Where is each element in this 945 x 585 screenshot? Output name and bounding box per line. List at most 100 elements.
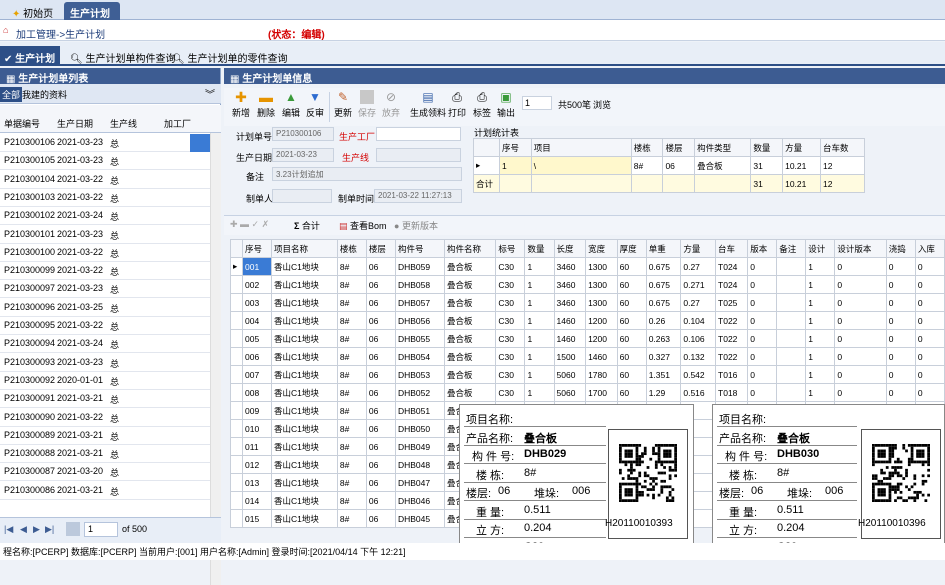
grid-row[interactable]: ▸ 001 香山C1地块 8# 06 DHB059 叠合板 C30 1 3460 1300 60 0.6… — [230, 257, 945, 276]
grid-col-header[interactable]: 数量 — [524, 239, 555, 258]
add-button[interactable]: ✚ 新增 — [232, 90, 250, 119]
filter-mine[interactable]: 我建的资料 — [22, 88, 67, 101]
last-page-icon[interactable]: ▶| — [45, 524, 54, 535]
col-line[interactable]: 生产线 — [110, 117, 137, 130]
first-page-icon[interactable]: |◀ — [4, 524, 13, 535]
line-select[interactable] — [376, 148, 461, 162]
view-bom-button[interactable]: ▤ 查看Bom — [339, 219, 387, 232]
col-date[interactable]: 生产日期 — [57, 117, 93, 130]
collapse-icon[interactable]: ︾ — [205, 86, 215, 101]
grid-col-header[interactable]: 设计版本 — [834, 239, 887, 258]
grid-col-header[interactable]: 楼层 — [365, 239, 396, 258]
unapprove-button[interactable]: ▼ 反审 — [306, 90, 324, 119]
grid-col-header[interactable]: 台车 — [715, 239, 749, 258]
grid-row[interactable]: 002 香山C1地块 8# 06 DHB058 叠合板 C30 1 3460 1300 60 0.67… — [230, 275, 945, 294]
discard-button[interactable]: ⊘ 放弃 — [382, 90, 400, 119]
table-row[interactable]: P210300101 2021-03-23 总 — [0, 226, 221, 244]
prev-page-icon[interactable]: ◀ — [20, 524, 27, 535]
grid-col-header[interactable]: 构件名称 — [443, 239, 497, 258]
grid-cell: 0.542 — [680, 365, 717, 384]
tab-part-query[interactable]: 🔍︎ 生产计划单构件查询 — [66, 46, 179, 66]
note-field[interactable]: 3.23计划追加 — [272, 167, 462, 181]
grid-col-header[interactable]: 厚度 — [616, 239, 647, 258]
grid-row[interactable]: 008 香山C1地块 8# 06 DHB052 叠合板 C30 1 5060 1700 60 1.29… — [230, 383, 945, 402]
tab-production-plan[interactable]: 生产计划x — [64, 2, 120, 31]
table-row[interactable]: P210300099 2021-03-22 总 — [0, 262, 221, 281]
table-row[interactable]: P210300095 2021-03-22 总 — [0, 317, 221, 335]
grid-col-header[interactable]: 浇捣 — [885, 239, 916, 258]
grid-col-header[interactable]: 长度 — [553, 239, 587, 258]
grid-col-header[interactable]: 宽度 — [585, 239, 618, 258]
filter-all[interactable]: 全部 — [0, 87, 23, 102]
table-row[interactable]: P210300104 2021-03-22 总 — [0, 171, 221, 189]
sum-button[interactable]: Σ 合计 — [294, 219, 320, 232]
row-pointer: ▸ — [230, 257, 243, 276]
creator-field[interactable] — [272, 189, 332, 203]
table-row[interactable]: P210300097 2021-03-23 总 — [0, 280, 221, 299]
record-input[interactable]: 1 — [522, 96, 552, 110]
col-factory[interactable]: 加工厂 — [164, 117, 191, 130]
stats-col[interactable]: 数量 — [750, 138, 784, 157]
save-button[interactable]: 保存 — [358, 90, 376, 119]
print-button[interactable]: ⎙ 打印 — [448, 90, 466, 119]
stats-col[interactable]: 构件类型 — [694, 138, 752, 157]
grid-row[interactable]: 007 香山C1地块 8# 06 DHB053 叠合板 C30 1 5060 1780 60 1.35… — [230, 365, 945, 384]
next-page-icon[interactable]: ▶ — [33, 524, 40, 535]
grid-col-header[interactable]: 入库 — [914, 239, 945, 258]
grid-col-header[interactable]: 方量 — [680, 239, 717, 258]
update-version-button[interactable]: ● 更新版本 — [394, 219, 438, 232]
grid-row[interactable]: 003 香山C1地块 8# 06 DHB057 叠合板 C30 1 3460 1300 60 0.67… — [230, 293, 945, 312]
grid-col-header[interactable]: 序号 — [241, 239, 273, 258]
stats-col[interactable]: 台车数 — [819, 138, 866, 157]
plan-no-field[interactable]: P210300106 — [272, 127, 334, 141]
table-row[interactable]: P210300086 2021-03-21 总 — [0, 482, 221, 500]
grid-row[interactable]: 005 香山C1地块 8# 06 DHB055 叠合板 C30 1 1460 1200 60 0.26… — [230, 329, 945, 348]
stats-col[interactable]: 方量 — [782, 138, 821, 157]
table-row[interactable]: P210300094 2021-03-24 总 — [0, 335, 221, 354]
tab-plan-list[interactable]: ✔ 生产计划单 — [0, 46, 60, 80]
time-field[interactable]: 2021-03-22 11:27:13 — [374, 189, 462, 203]
table-row[interactable]: P210300087 2021-03-20 总 — [0, 463, 221, 482]
export-button[interactable]: ▣ 输出 — [497, 90, 515, 119]
table-row[interactable]: P210300106 2021-03-23 总 — [0, 134, 221, 152]
table-row[interactable]: P210300089 2021-03-21 总 — [0, 427, 221, 445]
generate-pick-button[interactable]: ▤ 生成领料 — [410, 90, 446, 119]
stats-row[interactable]: ▸ 1 \ 8# 06 叠合板 31 10.21 12 — [473, 156, 866, 175]
delete-button[interactable]: ▬ 删除 — [257, 90, 275, 119]
grid-row[interactable]: 004 香山C1地块 8# 06 DHB056 叠合板 C30 1 1460 1200 60 0.26… — [230, 311, 945, 330]
label-button[interactable]: ⎙ 标签 — [473, 90, 491, 119]
table-row[interactable]: P210300096 2021-03-25 总 — [0, 299, 221, 317]
grid-col-header[interactable]: 标号 — [495, 239, 526, 258]
grid-col-header[interactable]: 楼栋 — [336, 239, 367, 258]
stats-col[interactable]: 序号 — [499, 138, 532, 157]
table-row[interactable]: P210300102 2021-03-24 总 — [0, 207, 221, 226]
add-row-icon[interactable]: ✚ ▬ ✓ ✗ — [230, 219, 269, 230]
grid-col-header[interactable]: 备注 — [776, 239, 807, 258]
grid-row[interactable]: 006 香山C1地块 8# 06 DHB054 叠合板 C30 1 1500 1460 60 0.32… — [230, 347, 945, 366]
grid-col-header[interactable]: 项目名称 — [271, 239, 338, 258]
table-row[interactable]: P210300100 2021-03-22 总 — [0, 244, 221, 262]
factory-select[interactable] — [376, 127, 461, 141]
table-row[interactable]: P210300103 2021-03-22 总 — [0, 189, 221, 207]
page-number-input[interactable]: 1 — [84, 522, 118, 537]
stats-col[interactable]: 楼层 — [662, 138, 696, 157]
stats-col[interactable]: 楼栋 — [630, 138, 664, 157]
edit-button[interactable]: ▲ 编辑 — [282, 90, 300, 119]
grid-col-header[interactable]: 构件号 — [394, 239, 445, 258]
col-doc-no[interactable]: 单据编号 — [4, 117, 40, 130]
grid-cell: DHB057 — [394, 293, 445, 312]
grid-col-header[interactable]: 设计 — [805, 239, 836, 258]
date-field[interactable]: 2021-03-23 — [272, 148, 334, 162]
table-row[interactable]: P210300091 2021-03-21 总 — [0, 390, 221, 409]
grid-col-header[interactable]: 单重 — [645, 239, 682, 258]
table-row[interactable]: P210300092 2020-01-01 总 — [0, 372, 221, 390]
tab-home[interactable]: ✦ 初始页 — [6, 2, 62, 20]
table-row[interactable]: P210300093 2021-03-23 总 — [0, 354, 221, 372]
table-row[interactable]: P210300090 2021-03-22 总 — [0, 409, 221, 427]
table-row[interactable]: P210300088 2021-03-21 总 — [0, 445, 221, 464]
update-button[interactable]: ✎ 更新 — [334, 90, 352, 119]
grid-col-header[interactable]: 版本 — [747, 239, 778, 258]
stats-col[interactable]: 项目 — [530, 138, 632, 157]
table-row[interactable]: P210300105 2021-03-23 总 — [0, 152, 221, 171]
tab-component-query[interactable]: 🔍︎ 生产计划单的零件查询 — [168, 46, 291, 66]
